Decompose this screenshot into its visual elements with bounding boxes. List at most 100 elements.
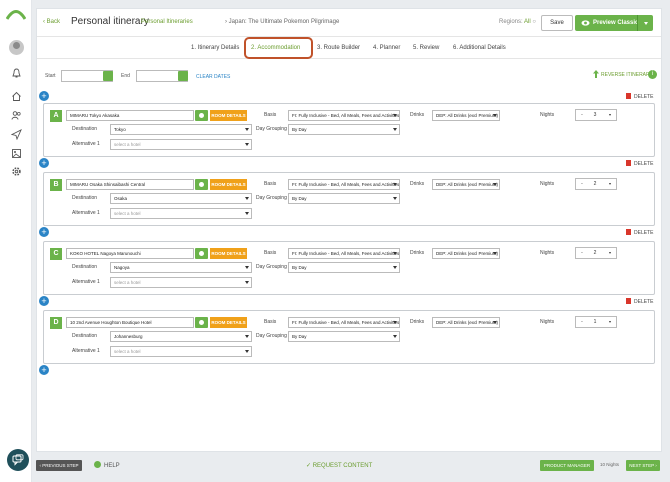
day-grouping-select[interactable]: By Day [288, 124, 400, 135]
hotel-input[interactable]: KOKO HOTEL Nagoya Marunouchi [66, 248, 194, 259]
breadcrumb-current: › Japan: The Ultimate Pokemon Pilgrimage [225, 19, 340, 25]
destination-select[interactable]: Tokyo [110, 124, 252, 135]
chevron-down-icon[interactable]: ▾ [606, 317, 614, 327]
alternative-hotel-select[interactable]: select a hotel [110, 208, 252, 219]
chevron-down-icon[interactable]: ▾ [606, 179, 614, 189]
destination-select[interactable]: Nagoya [110, 262, 252, 273]
product-manager-button[interactable]: PRODUCT MANAGER [540, 460, 594, 471]
day-grouping-select[interactable]: By Day [288, 262, 400, 273]
tab-route-builder[interactable]: 3. Route Builder [317, 45, 360, 51]
basis-label: Basis [264, 112, 277, 118]
info-icon[interactable]: i [648, 70, 657, 79]
chevron-down-icon[interactable]: ▾ [606, 248, 614, 258]
delete-stop-button[interactable]: DELETE [626, 298, 653, 305]
regions-label: Regions: [499, 19, 523, 25]
decrement-button[interactable]: - [578, 317, 586, 327]
drinks-select[interactable]: DEP: All Drinks (excl Premium) [432, 317, 500, 328]
request-content-link[interactable]: ✓ REQUEST CONTENT [306, 462, 372, 469]
eye-icon[interactable] [195, 317, 208, 328]
add-stop-button[interactable]: + [39, 227, 49, 237]
eye-icon[interactable] [195, 110, 208, 121]
basis-select[interactable]: FI: Fully Inclusive - Bed, All Meals, Fe… [288, 110, 400, 121]
nights-value: 2 [593, 181, 597, 187]
page-header: ‹ Back Personal itinerary Personal Itine… [37, 9, 661, 37]
stop-letter: C [50, 248, 62, 260]
drinks-label: Drinks [410, 112, 425, 118]
drinks-select[interactable]: DEP: All Drinks (excl Premium) [432, 248, 500, 259]
send-icon[interactable] [11, 129, 22, 140]
hotel-input[interactable]: 10 2nd Avenue Houghton Boutique Hotel [66, 317, 194, 328]
arrow-up-icon [593, 70, 599, 78]
eye-icon[interactable] [195, 179, 208, 190]
day-grouping-label: Day Grouping [256, 195, 287, 201]
nights-stepper[interactable]: - 2 ▾ [575, 178, 617, 190]
preview-dropdown-toggle[interactable] [637, 15, 653, 31]
stop-letter: D [50, 317, 62, 329]
day-grouping-select[interactable]: By Day [288, 331, 400, 342]
regions-filter[interactable]: Regions: All ○ [499, 19, 536, 25]
bell-icon[interactable] [11, 68, 22, 79]
tab-review[interactable]: 5. Review [413, 45, 439, 51]
nights-stepper[interactable]: - 1 ▾ [575, 316, 617, 328]
breadcrumb-link[interactable]: Personal Itineraries [141, 19, 193, 25]
destination-select[interactable]: Osaka [110, 193, 252, 204]
basis-select[interactable]: FI: Fully Inclusive - Bed, All Meals, Fe… [288, 317, 400, 328]
delete-stop-button[interactable]: DELETE [626, 93, 653, 100]
gear-icon[interactable] [11, 166, 22, 177]
room-details-button[interactable]: ROOM DETAILS [210, 110, 247, 121]
back-link[interactable]: ‹ Back [43, 19, 60, 25]
next-step-label: NEXT STEP [629, 463, 655, 468]
basis-select[interactable]: FI: Fully Inclusive - Bed, All Meals, Fe… [288, 248, 400, 259]
tab-planner[interactable]: 4. Planner [373, 45, 400, 51]
tab-additional-details[interactable]: 6. Additional Details [453, 45, 506, 51]
help-link[interactable]: HELP [94, 461, 120, 469]
eye-icon [581, 20, 590, 26]
logo-icon[interactable] [6, 8, 26, 20]
drinks-select[interactable]: DEP: All Drinks (excl Premium) [432, 179, 500, 190]
preview-classic-button[interactable]: Preview Classic [575, 15, 653, 31]
hotel-input[interactable]: MIMARU Osaka Shinsaibashi Central [66, 179, 194, 190]
decrement-button[interactable]: - [578, 248, 586, 258]
eye-icon[interactable] [195, 248, 208, 259]
home-icon[interactable] [11, 91, 22, 102]
add-stop-button[interactable]: + [39, 158, 49, 168]
alternative-hotel-select[interactable]: select a hotel [110, 139, 252, 150]
drinks-select[interactable]: DEP: All Drinks (excl Premium) [432, 110, 500, 121]
basis-select[interactable]: FI: Fully Inclusive - Bed, All Meals, Fe… [288, 179, 400, 190]
decrement-button[interactable]: - [578, 110, 586, 120]
date-bar: Start End CLEAR DATES REVERSE ITINERARY … [37, 67, 661, 87]
previous-step-button[interactable]: ‹ PREVIOUS STEP [36, 460, 82, 471]
tab-itinerary-details[interactable]: 1. Itinerary Details [191, 45, 239, 51]
add-stop-button[interactable]: + [39, 296, 49, 306]
day-grouping-select[interactable]: By Day [288, 193, 400, 204]
image-icon[interactable] [11, 148, 22, 159]
nights-stepper[interactable]: - 3 ▾ [575, 109, 617, 121]
delete-stop-button[interactable]: DELETE [626, 229, 653, 236]
avatar[interactable] [9, 40, 24, 55]
chat-icon[interactable] [7, 449, 29, 471]
room-details-button[interactable]: ROOM DETAILS [210, 179, 247, 190]
alternative-hotel-select[interactable]: select a hotel [110, 277, 252, 288]
add-stop-button[interactable]: + [39, 91, 49, 101]
reverse-itinerary-button[interactable]: REVERSE ITINERARY [601, 72, 653, 78]
decrement-button[interactable]: - [578, 179, 586, 189]
calendar-icon[interactable] [178, 71, 188, 81]
add-stop-button[interactable]: + [39, 365, 49, 375]
room-details-button[interactable]: ROOM DETAILS [210, 317, 247, 328]
nights-label: Nights [540, 181, 555, 187]
destination-select[interactable]: Johannesburg [110, 331, 252, 342]
calendar-icon[interactable] [103, 71, 113, 81]
request-content-label: REQUEST CONTENT [312, 463, 373, 469]
room-details-button[interactable]: ROOM DETAILS [210, 248, 247, 259]
alternative-label: Alternative 1 [72, 141, 100, 147]
save-button[interactable]: Save [541, 15, 573, 31]
next-step-button[interactable]: NEXT STEP › [626, 460, 660, 471]
chevron-down-icon[interactable]: ▾ [606, 110, 614, 120]
users-icon[interactable] [11, 110, 22, 121]
hotel-input[interactable]: MIMARU Tokyo Akasaka [66, 110, 194, 121]
alternative-hotel-select[interactable]: select a hotel [110, 346, 252, 357]
clear-dates-link[interactable]: CLEAR DATES [196, 74, 230, 80]
drinks-label: Drinks [410, 319, 425, 325]
nights-stepper[interactable]: - 2 ▾ [575, 247, 617, 259]
delete-stop-button[interactable]: DELETE [626, 160, 653, 167]
